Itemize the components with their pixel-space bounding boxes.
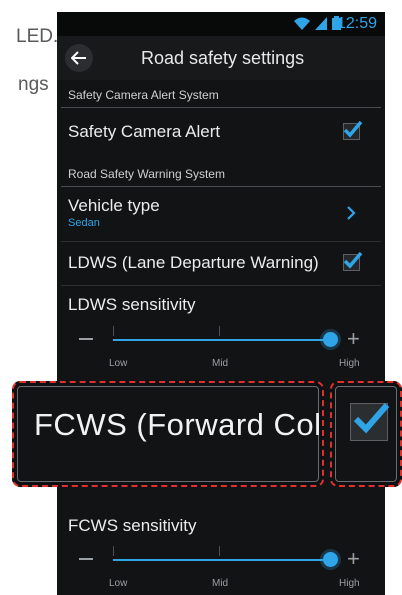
arrow-left-icon [71, 51, 86, 65]
ldws-sensitivity-label: LDWS sensitivity [68, 295, 196, 314]
back-button[interactable] [65, 44, 93, 72]
slider-tick [113, 326, 114, 336]
slider-label-mid: Mid [212, 578, 229, 589]
fcws-label-zoomed: FCWS (Forward Coll [34, 407, 324, 442]
phone-screen: 12:59 Road safety settings Safety Camera… [57, 12, 385, 595]
wifi-icon [294, 17, 310, 30]
slider-label-mid: Mid [212, 358, 229, 369]
status-time: 12:59 [336, 15, 377, 32]
minus-icon[interactable] [79, 338, 93, 340]
slider-label-low: Low [109, 358, 128, 369]
ldws-row[interactable]: LDWS (Lane Departure Warning) [57, 242, 385, 284]
check-icon [343, 251, 363, 269]
ldws-label: LDWS (Lane Departure Warning) [68, 253, 319, 272]
section-header-warning: Road Safety Warning System [57, 161, 385, 187]
vehicle-type-row[interactable]: Vehicle type Sedan [57, 188, 385, 240]
vehicle-type-value: Sedan [68, 217, 100, 229]
fcws-sensitivity-label: FCWS sensitivity [68, 516, 197, 535]
fcws-checkbox-callout [330, 381, 402, 487]
fcws-sensitivity-slider[interactable]: + Low Mid High [57, 546, 385, 595]
plus-icon[interactable]: + [347, 328, 360, 350]
fcws-checkbox-zoomed[interactable] [350, 403, 390, 441]
slider-thumb[interactable] [323, 332, 338, 347]
ldws-sensitivity-slider[interactable]: + Low Mid High [57, 326, 385, 386]
section-header-camera: Safety Camera Alert System [57, 82, 385, 108]
status-bar: 12:59 [57, 12, 385, 36]
ldws-checkbox[interactable] [343, 251, 363, 271]
chevron-right-icon [347, 206, 356, 220]
vehicle-type-label: Vehicle type [68, 196, 160, 215]
safety-camera-alert-label: Safety Camera Alert [68, 122, 221, 141]
check-icon [353, 403, 390, 434]
slider-label-high: High [339, 578, 360, 589]
fcws-label-callout: FCWS (Forward Coll [12, 381, 324, 487]
slider-tick [219, 326, 220, 336]
safety-camera-alert-checkbox[interactable] [343, 120, 363, 140]
action-bar: Road safety settings [57, 36, 385, 80]
signal-icon [315, 16, 327, 30]
page-title: Road safety settings [141, 48, 305, 68]
plus-icon[interactable]: + [347, 548, 360, 570]
check-icon [343, 120, 363, 138]
fcws-sensitivity-row: FCWS sensitivity [57, 508, 385, 548]
slider-track [113, 339, 327, 341]
minus-icon[interactable] [79, 558, 93, 560]
doc-text-settings: ngs [18, 74, 49, 95]
slider-tick [219, 546, 220, 556]
slider-track [113, 559, 327, 561]
slider-thumb[interactable] [323, 552, 338, 567]
slider-label-low: Low [109, 578, 128, 589]
slider-tick [113, 546, 114, 556]
ldws-sensitivity-row: LDWS sensitivity [57, 286, 385, 326]
doc-text-led: LED. [16, 26, 59, 47]
safety-camera-alert-row[interactable]: Safety Camera Alert [57, 109, 385, 153]
slider-label-high: High [339, 358, 360, 369]
